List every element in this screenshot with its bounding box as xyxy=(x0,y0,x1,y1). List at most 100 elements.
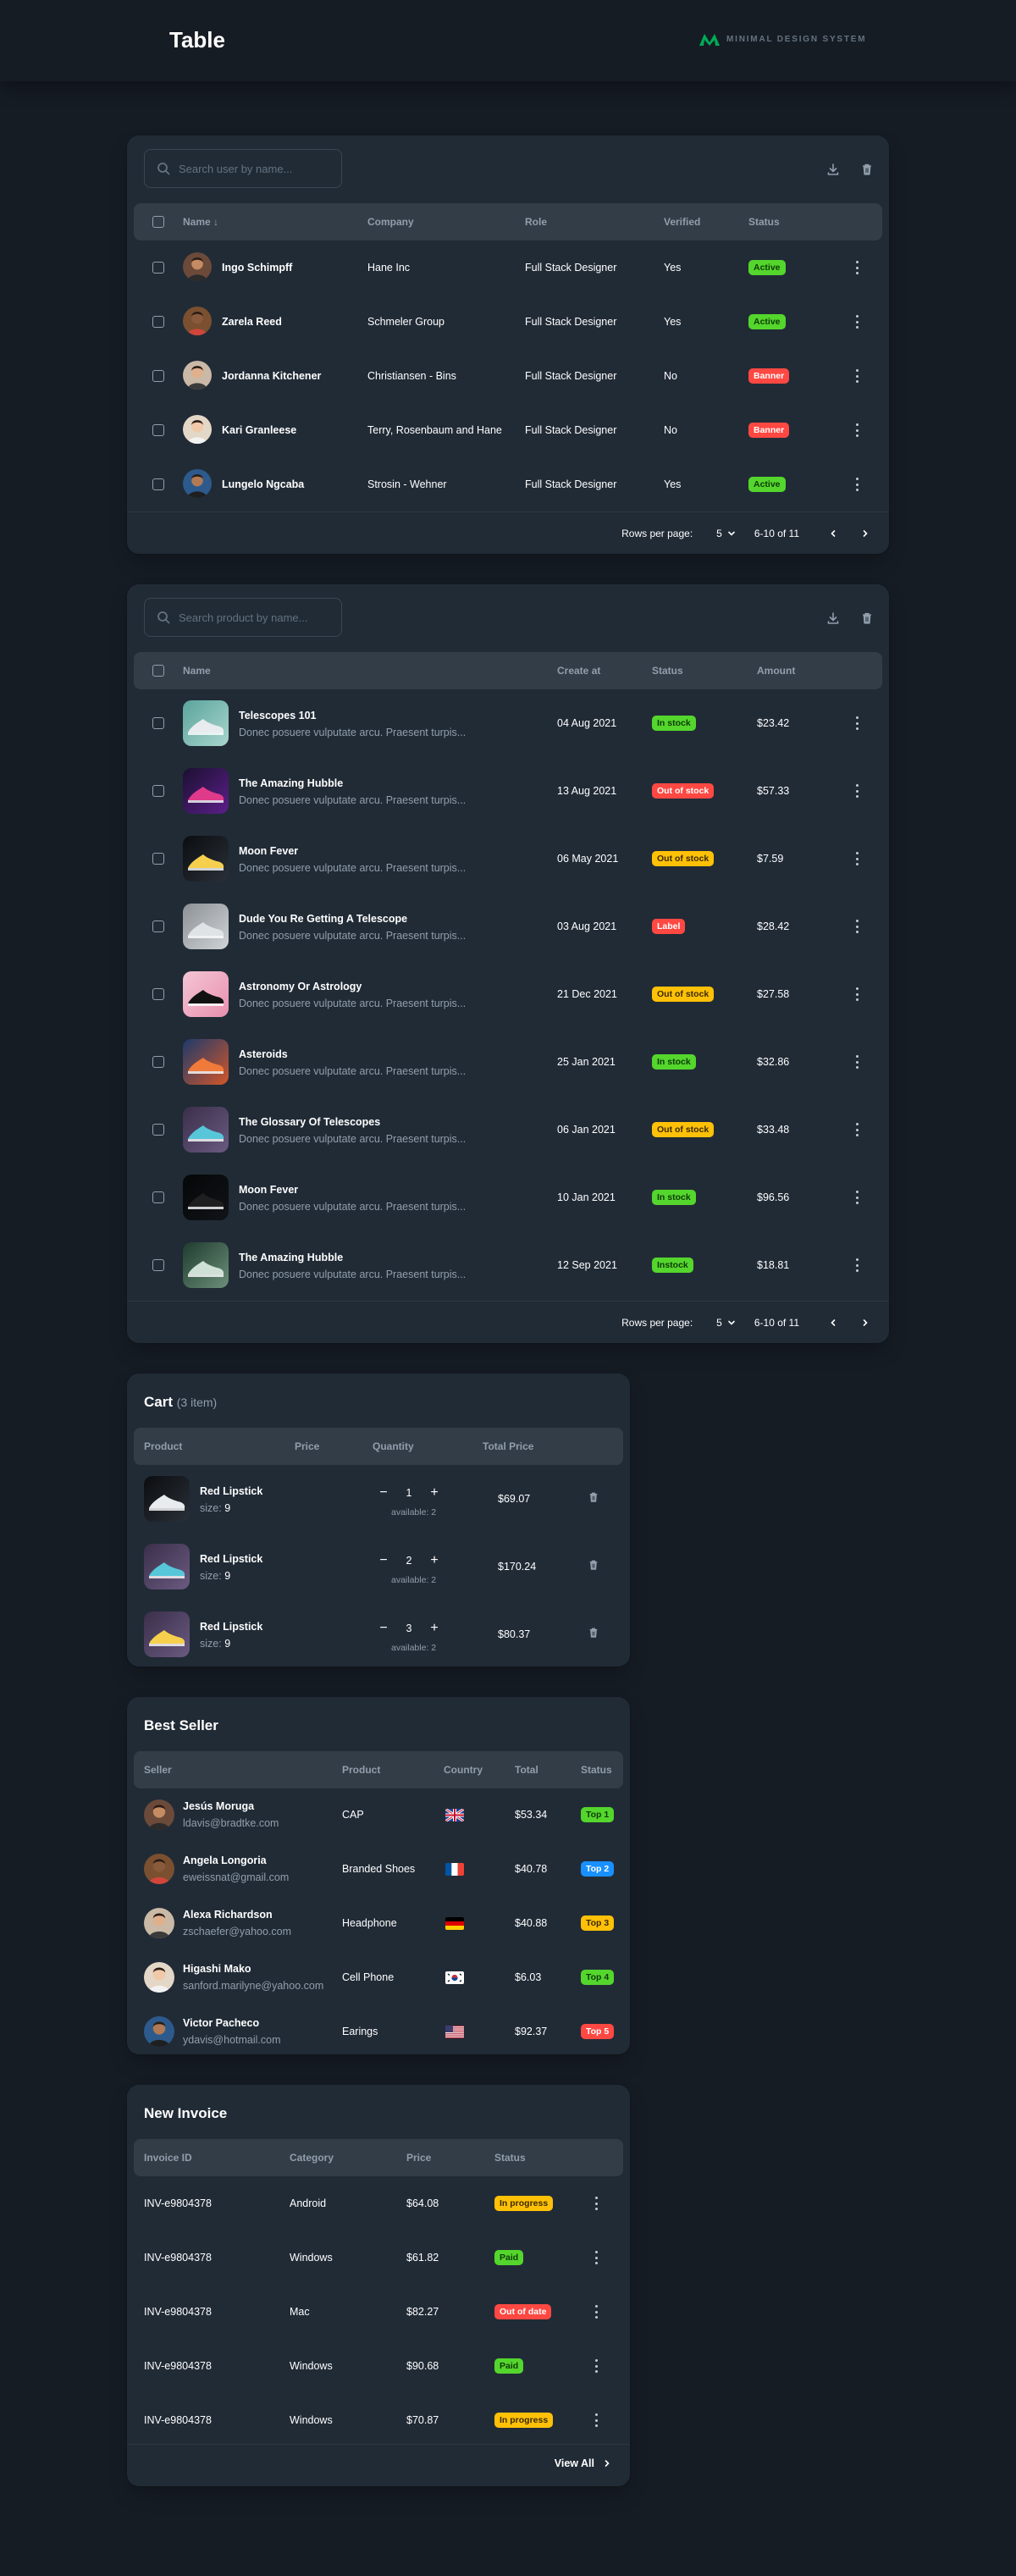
table-row[interactable]: Alexa Richardson zschaefer@yahoo.com Hea… xyxy=(127,1897,630,1951)
row-checkbox[interactable] xyxy=(152,424,164,436)
download-button[interactable] xyxy=(825,610,842,627)
select-all-checkbox[interactable] xyxy=(152,216,164,228)
more-actions-icon[interactable] xyxy=(594,2305,598,2319)
row-checkbox[interactable] xyxy=(152,785,164,797)
row-checkbox[interactable] xyxy=(152,262,164,274)
view-all-button[interactable]: View All xyxy=(555,2457,611,2469)
table-row[interactable]: Higashi Mako sanford.marilyne@yahoo.com … xyxy=(127,1951,630,2005)
table-row[interactable]: Zarela Reed Schmeler Group Full Stack De… xyxy=(127,295,889,349)
more-actions-icon[interactable] xyxy=(855,315,859,329)
row-checkbox[interactable] xyxy=(152,1124,164,1136)
remove-item-button[interactable] xyxy=(588,1559,601,1573)
delete-button[interactable] xyxy=(859,161,875,178)
more-actions-icon[interactable] xyxy=(855,784,859,798)
row-checkbox[interactable] xyxy=(152,478,164,490)
row-checkbox[interactable] xyxy=(152,370,164,382)
decrease-quantity-button[interactable]: − xyxy=(376,1553,391,1568)
decrease-quantity-button[interactable]: − xyxy=(376,1485,391,1501)
increase-quantity-button[interactable]: + xyxy=(427,1621,442,1636)
table-row[interactable]: INV-e9804378 Windows $61.82 Paid xyxy=(127,2231,630,2285)
more-actions-icon[interactable] xyxy=(855,1258,859,1272)
rows-per-page-value: 5 xyxy=(716,1317,722,1329)
table-row[interactable]: Jordanna Kitchener Christiansen - Bins F… xyxy=(127,349,889,403)
column-name[interactable]: Name ↓ xyxy=(183,203,218,240)
remove-item-button[interactable] xyxy=(588,1491,601,1505)
table-row[interactable]: The Glossary Of Telescopes Donec posuere… xyxy=(127,1096,889,1164)
more-actions-icon[interactable] xyxy=(855,852,859,865)
more-actions-icon[interactable] xyxy=(594,2251,598,2264)
table-row[interactable]: Jesús Moruga ldavis@bradtke.com CAP $53.… xyxy=(127,1788,630,1843)
brand[interactable]: MINIMAL DESIGN SYSTEM xyxy=(699,32,866,46)
table-row[interactable]: Lungelo Ngcaba Strosin - Wehner Full Sta… xyxy=(127,457,889,511)
row-checkbox[interactable] xyxy=(152,717,164,729)
more-actions-icon[interactable] xyxy=(855,1191,859,1204)
table-row[interactable]: Asteroids Donec posuere vulputate arcu. … xyxy=(127,1028,889,1096)
table-row[interactable]: Moon Fever Donec posuere vulputate arcu.… xyxy=(127,825,889,893)
cart-title-text: Cart xyxy=(144,1394,174,1410)
table-row[interactable]: Astronomy Or Astrology Donec posuere vul… xyxy=(127,960,889,1028)
row-checkbox[interactable] xyxy=(152,316,164,328)
table-row[interactable]: Dude You Re Getting A Telescope Donec po… xyxy=(127,893,889,960)
table-row[interactable]: INV-e9804378 Android $64.08 In progress xyxy=(127,2176,630,2231)
avatar xyxy=(183,415,212,444)
table-row[interactable]: Kari Granleese Terry, Rosenbaum and Hane… xyxy=(127,403,889,457)
table-row[interactable]: INV-e9804378 Mac $82.27 Out of date xyxy=(127,2285,630,2339)
status-badge: Active xyxy=(748,260,786,275)
delete-button[interactable] xyxy=(859,610,875,627)
more-actions-icon[interactable] xyxy=(855,920,859,933)
user-search-input[interactable] xyxy=(179,162,323,175)
product-created: 25 Jan 2021 xyxy=(557,1056,616,1068)
increase-quantity-button[interactable]: + xyxy=(427,1485,442,1501)
row-checkbox[interactable] xyxy=(152,920,164,932)
row-checkbox[interactable] xyxy=(152,988,164,1000)
more-actions-icon[interactable] xyxy=(594,2197,598,2210)
previous-page-button[interactable] xyxy=(825,1314,842,1331)
row-checkbox[interactable] xyxy=(152,853,164,865)
table-row[interactable]: The Amazing Hubble Donec posuere vulputa… xyxy=(127,1231,889,1299)
user-role: Full Stack Designer xyxy=(525,478,617,490)
table-row[interactable]: Ingo Schimpff Hane Inc Full Stack Design… xyxy=(127,240,889,295)
avatar xyxy=(183,307,212,335)
row-checkbox[interactable] xyxy=(152,1056,164,1068)
product-search-field[interactable] xyxy=(144,598,342,637)
table-row[interactable]: Telescopes 101 Donec posuere vulputate a… xyxy=(127,689,889,757)
rows-per-page-select[interactable]: 5 xyxy=(716,1317,736,1329)
table-row[interactable]: Moon Fever Donec posuere vulputate arcu.… xyxy=(127,1164,889,1231)
more-actions-icon[interactable] xyxy=(855,1123,859,1136)
decrease-quantity-button[interactable]: − xyxy=(376,1621,391,1636)
table-row[interactable]: INV-e9804378 Windows $90.68 Paid xyxy=(127,2339,630,2393)
more-actions-icon[interactable] xyxy=(594,2359,598,2373)
table-row[interactable]: The Amazing Hubble Donec posuere vulputa… xyxy=(127,757,889,825)
product-amount: $7.59 xyxy=(757,853,784,865)
more-actions-icon[interactable] xyxy=(855,423,859,437)
download-button[interactable] xyxy=(825,161,842,178)
remove-item-button[interactable] xyxy=(588,1627,601,1640)
previous-page-button[interactable] xyxy=(825,525,842,542)
table-row[interactable]: Victor Pacheco ydavis@hotmail.com Earing… xyxy=(127,2005,630,2054)
row-checkbox[interactable] xyxy=(152,1259,164,1271)
user-company: Hane Inc xyxy=(367,262,411,274)
more-actions-icon[interactable] xyxy=(855,1055,859,1069)
seller-total: $6.03 xyxy=(515,1971,542,1983)
row-checkbox[interactable] xyxy=(152,1191,164,1203)
invoice-price: $64.08 xyxy=(406,2197,439,2209)
table-row[interactable]: INV-e9804378 Windows $70.87 In progress xyxy=(127,2393,630,2447)
product-search-input[interactable] xyxy=(179,611,323,624)
next-page-button[interactable] xyxy=(857,1314,874,1331)
column-status: Status xyxy=(494,2152,526,2164)
user-search-field[interactable] xyxy=(144,149,342,188)
column-seller: Seller xyxy=(144,1764,172,1776)
product-amount: $32.86 xyxy=(757,1056,790,1068)
table-row[interactable]: Angela Longoria eweissnat@gmail.com Bran… xyxy=(127,1843,630,1897)
seller-product: Earings xyxy=(342,2026,378,2037)
more-actions-icon[interactable] xyxy=(855,987,859,1001)
more-actions-icon[interactable] xyxy=(855,261,859,274)
more-actions-icon[interactable] xyxy=(855,478,859,491)
more-actions-icon[interactable] xyxy=(855,369,859,383)
more-actions-icon[interactable] xyxy=(594,2413,598,2427)
increase-quantity-button[interactable]: + xyxy=(427,1553,442,1568)
select-all-checkbox[interactable] xyxy=(152,665,164,677)
more-actions-icon[interactable] xyxy=(855,716,859,730)
next-page-button[interactable] xyxy=(857,525,874,542)
rows-per-page-select[interactable]: 5 xyxy=(716,528,736,539)
